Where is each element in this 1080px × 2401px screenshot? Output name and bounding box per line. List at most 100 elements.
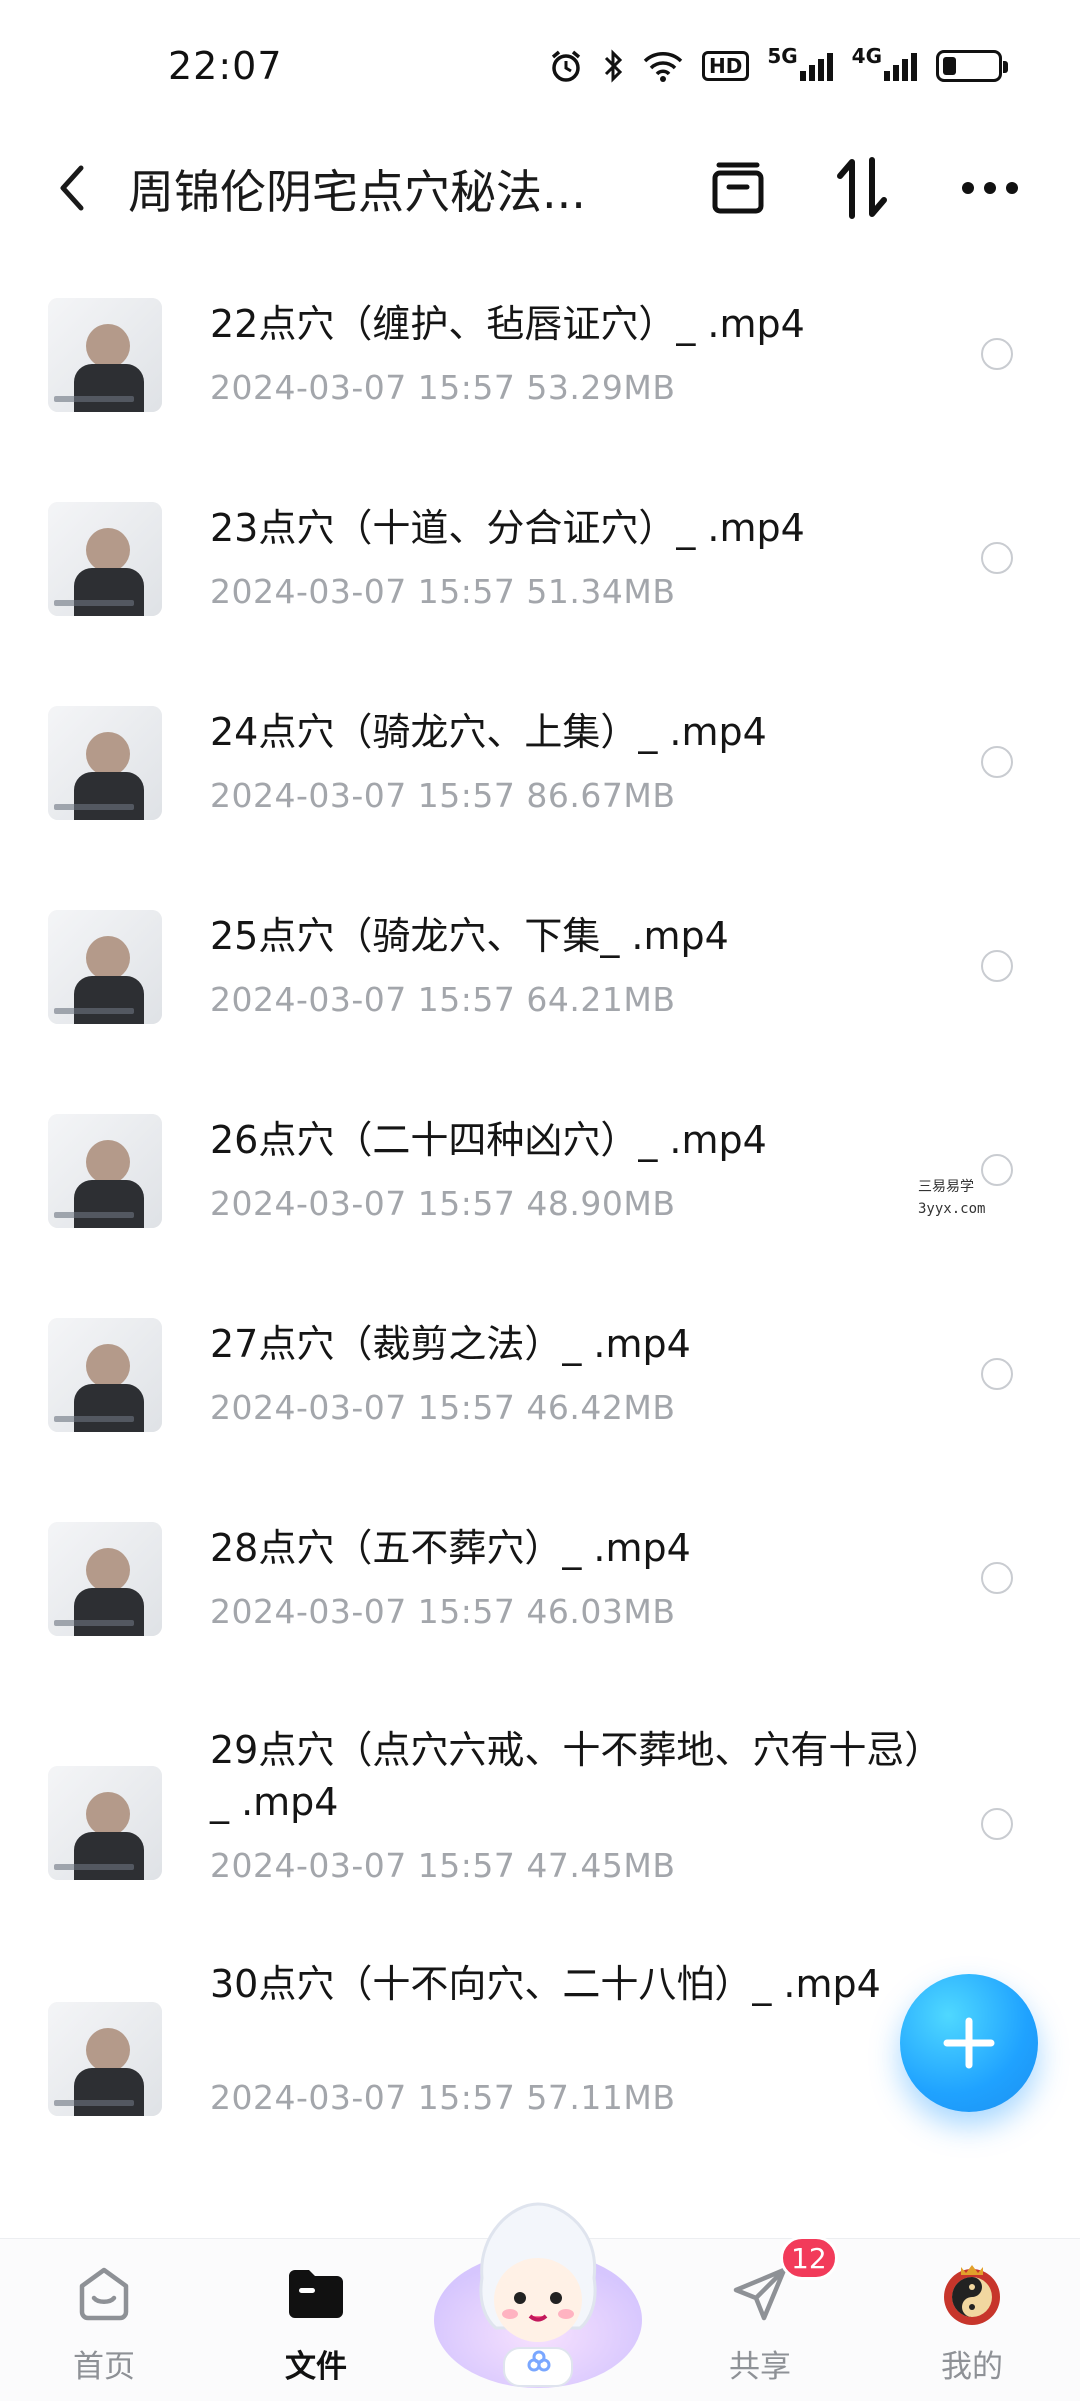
list-item[interactable]: 28点穴（五不葬穴）_ .mp4 2024-03-07 15:57 46.03M… (0, 1474, 1080, 1678)
select-icon (712, 162, 764, 214)
file-date: 2024-03-07 (210, 368, 407, 407)
file-size: 46.42MB (526, 1388, 676, 1427)
video-thumbnail (48, 706, 162, 820)
sort-button[interactable] (826, 152, 898, 224)
watermark-line1: 三易易学 (918, 1179, 974, 1195)
file-time: 15:57 (417, 572, 516, 611)
file-size: 46.03MB (526, 1592, 676, 1631)
list-item[interactable]: 22点穴（缠护、毡唇证穴）_ .mp4 2024-03-07 15:57 53.… (0, 250, 1080, 454)
file-name: 29点穴（点穴六戒、十不葬地、穴有十忌）_ .mp4 (210, 1728, 924, 1824)
video-thumbnail (48, 298, 162, 412)
more-icon (962, 182, 1018, 194)
file-time: 15:57 (417, 776, 516, 815)
file-meta: 2024-03-07 15:57 46.03MB (210, 1592, 675, 1631)
file-size: 57.11MB (526, 2078, 676, 2117)
select-radio[interactable] (981, 1154, 1013, 1186)
list-item[interactable]: 23点穴（十道、分合证穴）_ .mp4 2024-03-07 15:57 51.… (0, 454, 1080, 658)
list-item[interactable]: 26点穴（二十四种凶穴）_ .mp4 2024-03-07 15:57 48.9… (0, 1066, 1080, 1270)
battery-outline (936, 50, 1008, 82)
nav-home[interactable]: 首页 (34, 2259, 174, 2386)
back-button[interactable] (44, 156, 100, 220)
share-badge: 12 (780, 2236, 838, 2280)
select-radio[interactable] (981, 1358, 1013, 1390)
wifi-icon (642, 46, 684, 86)
select-button[interactable] (702, 152, 774, 224)
file-name: 24点穴（骑龙穴、上集）_ .mp4 (210, 710, 767, 754)
select-radio[interactable] (981, 1562, 1013, 1594)
file-name: 27点穴（裁剪之法）_ .mp4 (210, 1322, 691, 1366)
list-item[interactable]: 29点穴（点穴六戒、十不葬地、穴有十忌）_ .mp4 2024-03-07 15… (0, 1678, 1080, 1918)
file-size: 64.21MB (526, 980, 676, 1019)
nav-profile-label: 我的 (941, 2349, 1003, 2385)
page-title: 周锦伦阴宅点穴秘法... (128, 165, 586, 219)
file-meta: 2024-03-07 15:57 86.67MB (210, 776, 675, 815)
more-button[interactable] (954, 152, 1026, 224)
status-icons: HD 5G 4G (548, 44, 1008, 86)
file-time: 15:57 (417, 980, 516, 1019)
file-name: 26点穴（二十四种凶穴）_ .mp4 (210, 1118, 767, 1162)
signal-5g-icon: 5G (767, 46, 833, 86)
select-radio[interactable] (981, 1808, 1013, 1840)
nav-files[interactable]: 文件 (246, 2259, 386, 2386)
watermark: 三易易学 3yyx.com (918, 1176, 985, 1220)
net-5g-text: 5G (767, 44, 798, 68)
video-thumbnail (48, 1766, 162, 1880)
file-time: 15:57 (417, 1846, 516, 1885)
file-date: 2024-03-07 (210, 1388, 407, 1427)
file-meta: 2024-03-07 15:57 46.42MB (210, 1388, 675, 1427)
file-date: 2024-03-07 (210, 776, 407, 815)
list-item[interactable]: 25点穴（骑龙穴、下集_ .mp4 2024-03-07 15:57 64.21… (0, 862, 1080, 1066)
file-meta: 2024-03-07 15:57 47.45MB (210, 1846, 675, 1885)
add-button[interactable] (900, 1974, 1038, 2112)
video-thumbnail (48, 502, 162, 616)
nav-profile[interactable]: 我的 (902, 2259, 1042, 2386)
home-icon (69, 2259, 139, 2329)
video-thumbnail (48, 1318, 162, 1432)
file-date: 2024-03-07 (210, 2078, 407, 2117)
plus-icon (943, 2017, 995, 2069)
file-date: 2024-03-07 (210, 980, 407, 1019)
select-radio[interactable] (981, 542, 1013, 574)
watermark-line2: 3yyx.com (918, 1201, 986, 1217)
file-meta: 2024-03-07 15:57 48.90MB (210, 1184, 675, 1223)
status-time: 22:07 (168, 44, 283, 88)
video-thumbnail (48, 1522, 162, 1636)
file-meta: 2024-03-07 15:57 53.29MB (210, 368, 675, 407)
select-radio[interactable] (981, 338, 1013, 370)
folder-icon (281, 2259, 351, 2329)
battery-icon (936, 46, 1008, 86)
file-name: 25点穴（骑龙穴、下集_ .mp4 (210, 914, 729, 958)
select-radio[interactable] (981, 950, 1013, 982)
file-size: 48.90MB (526, 1184, 676, 1223)
file-name: 30点穴（十不向穴、二十八怕）_ .mp4 (210, 1962, 881, 2006)
chevron-left-icon (60, 165, 84, 211)
hd-text: HD (701, 51, 750, 81)
file-size: 53.29MB (526, 368, 676, 407)
file-time: 15:57 (417, 1388, 516, 1427)
file-date: 2024-03-07 (210, 1184, 407, 1223)
assistant-button[interactable] (430, 2180, 646, 2390)
list-item[interactable]: 24点穴（骑龙穴、上集）_ .mp4 2024-03-07 15:57 86.6… (0, 658, 1080, 862)
bluetooth-icon (602, 46, 624, 86)
status-bar: 22:07 HD 5G 4G (0, 0, 1080, 140)
file-date: 2024-03-07 (210, 572, 407, 611)
top-app-bar: 周锦伦阴宅点穴秘法... (0, 130, 1080, 250)
file-date: 2024-03-07 (210, 1592, 407, 1631)
file-time: 15:57 (417, 1184, 516, 1223)
list-item[interactable]: 27点穴（裁剪之法）_ .mp4 2024-03-07 15:57 46.42M… (0, 1270, 1080, 1474)
file-size: 47.45MB (526, 1846, 676, 1885)
select-radio[interactable] (981, 746, 1013, 778)
battery-fill (943, 57, 956, 75)
video-thumbnail (48, 1114, 162, 1228)
file-name: 28点穴（五不葬穴）_ .mp4 (210, 1526, 691, 1570)
nav-share-label: 共享 (729, 2349, 791, 2385)
file-size: 51.34MB (526, 572, 676, 611)
profile-avatar-icon (937, 2259, 1007, 2329)
nav-home-label: 首页 (73, 2349, 135, 2385)
file-time: 15:57 (417, 2078, 516, 2117)
file-meta: 2024-03-07 15:57 51.34MB (210, 572, 675, 611)
alarm-icon (548, 46, 584, 86)
video-thumbnail (48, 2002, 162, 2116)
net-4g-text: 4G (851, 44, 882, 68)
file-meta: 2024-03-07 15:57 64.21MB (210, 980, 675, 1019)
